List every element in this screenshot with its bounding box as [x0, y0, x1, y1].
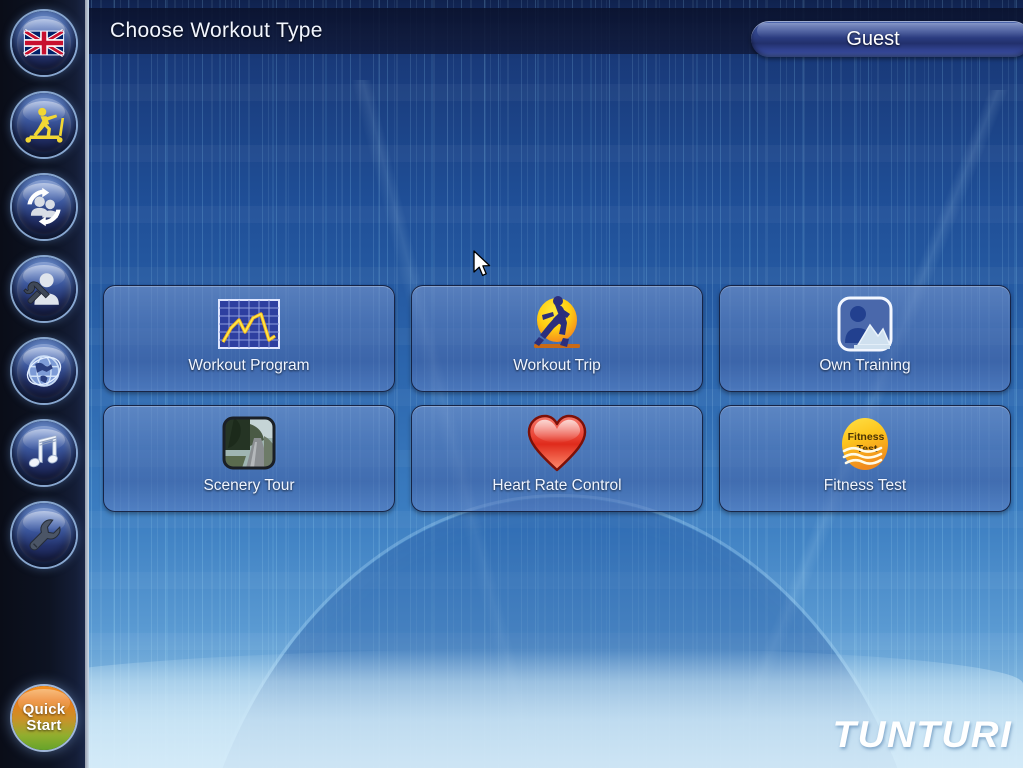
sidebar-item-music[interactable]: [12, 421, 76, 485]
sidebar-item-settings[interactable]: [12, 503, 76, 567]
tile-icon-slot: Fitness Test: [830, 413, 900, 475]
fitness-test-badge-line1: Fitness: [848, 431, 885, 443]
sidebar-item-equipment[interactable]: [12, 93, 76, 157]
sidebar-item-change-user[interactable]: [12, 175, 76, 239]
fitness-test-badge-icon: Fitness Test: [842, 418, 888, 470]
change-user-icon: [27, 187, 61, 227]
sidebar: Quick Start: [0, 0, 89, 768]
quick-start-button[interactable]: Quick Start: [12, 686, 76, 750]
road-photo-icon: [222, 416, 276, 470]
header-bar: Choose Workout Type Guest: [89, 8, 1023, 57]
tile-icon-slot: [214, 293, 284, 355]
tile-own-training[interactable]: Own Training: [719, 285, 1011, 392]
tile-icon-slot: [214, 413, 284, 475]
workout-type-grid: Workout Program Workout Trip Own Trainin…: [103, 285, 1011, 519]
heart-icon: [527, 414, 587, 472]
sidebar-item-user-settings[interactable]: [12, 257, 76, 321]
globe-icon: [26, 355, 62, 387]
person-photo-icon: [837, 296, 893, 352]
tunturi-logo: TUNTURI: [832, 714, 1013, 755]
tile-label: Own Training: [819, 357, 911, 374]
sidebar-button-face: [17, 344, 71, 398]
sidebar-button-face: [17, 426, 71, 480]
tile-workout-trip[interactable]: Workout Trip: [411, 285, 703, 392]
tile-label: Workout Program: [188, 357, 310, 374]
chart-grid-icon: [218, 299, 280, 349]
sidebar-button-face: [17, 508, 71, 562]
quick-start-line1: Quick: [22, 701, 66, 718]
quick-start-line2: Start: [26, 717, 62, 734]
user-wrench-icon: [23, 273, 59, 305]
sidebar-button-face: [17, 98, 71, 152]
tile-fitness-test[interactable]: Fitness Test Fitness Test: [719, 405, 1011, 512]
tile-workout-program[interactable]: Workout Program: [103, 285, 395, 392]
music-note-icon: [28, 434, 58, 468]
sidebar-button-face: [17, 262, 71, 316]
tile-label: Scenery Tour: [203, 477, 295, 494]
tile-heart-rate-control[interactable]: Heart Rate Control: [411, 405, 703, 512]
treadmill-runner-icon: [25, 107, 65, 143]
uk-flag-icon: [23, 29, 65, 57]
console-screen: Quick Start Choose Workout Type Guest Wo…: [0, 0, 1023, 768]
page-title: Choose Workout Type: [110, 19, 323, 42]
user-profile-button[interactable]: Guest: [751, 21, 1023, 57]
sidebar-button-face: [17, 180, 71, 234]
tile-icon-slot: [522, 293, 592, 355]
tile-icon-slot: [830, 293, 900, 355]
wrench-icon: [29, 519, 61, 551]
sidebar-item-language[interactable]: [12, 11, 76, 75]
tile-scenery-tour[interactable]: Scenery Tour: [103, 405, 395, 512]
tile-label: Fitness Test: [823, 477, 907, 494]
tile-icon-slot: [522, 413, 592, 475]
runner-sun-icon: [534, 296, 580, 348]
user-profile-label: Guest: [846, 27, 900, 50]
sidebar-button-face: [17, 16, 71, 70]
tile-label: Heart Rate Control: [492, 477, 622, 494]
tile-label: Workout Trip: [513, 357, 601, 374]
sidebar-item-internet[interactable]: [12, 339, 76, 403]
